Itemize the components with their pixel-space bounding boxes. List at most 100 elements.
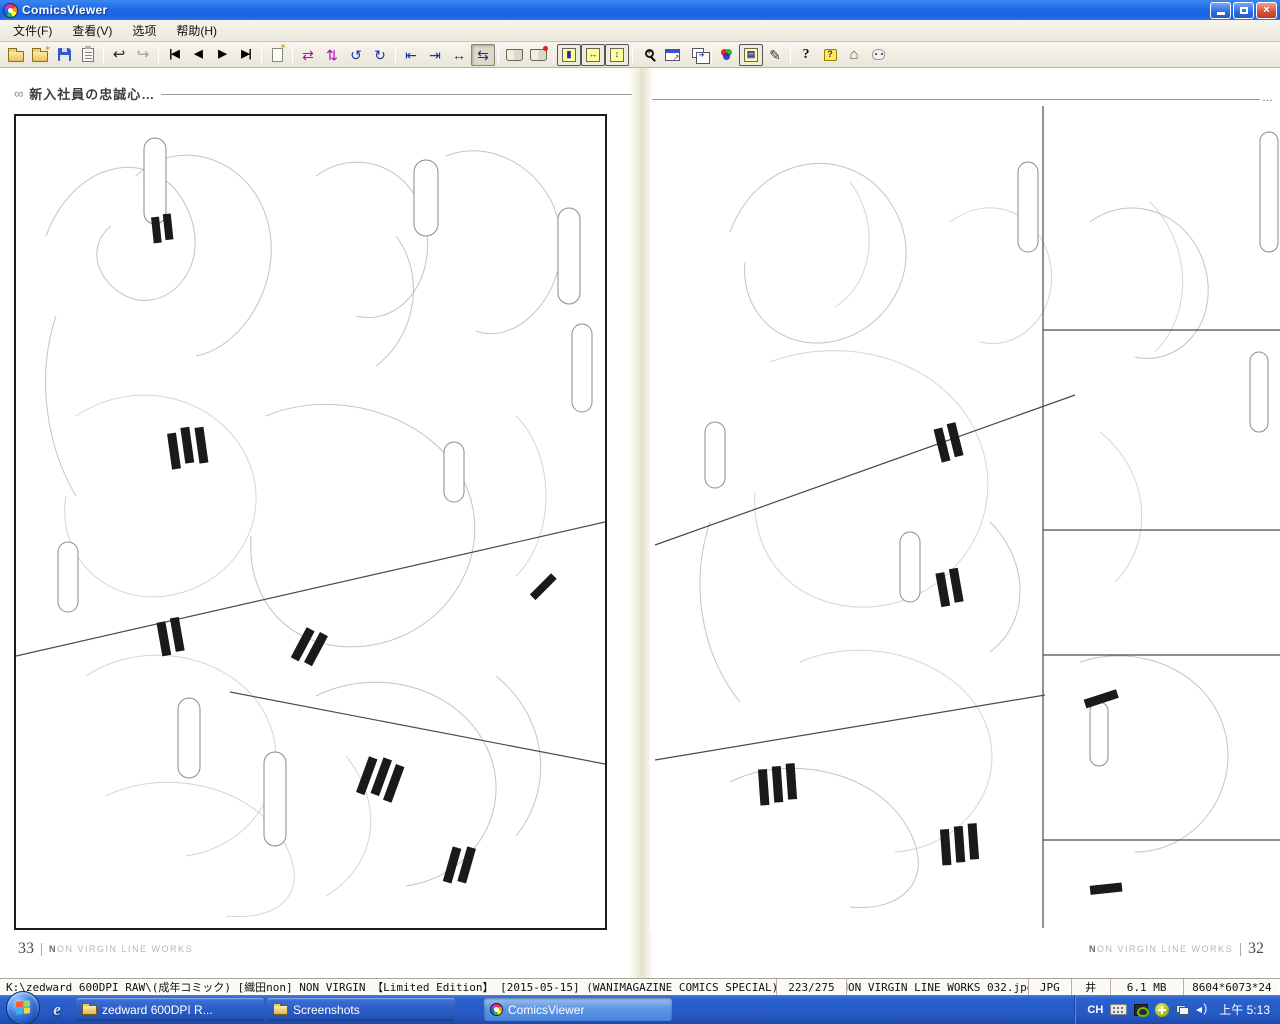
folder-icon bbox=[273, 1005, 288, 1015]
prev-page-button[interactable]: ◀ bbox=[186, 44, 210, 66]
minimize-button[interactable] bbox=[1210, 2, 1231, 19]
color-adjust-button[interactable] bbox=[715, 44, 739, 66]
internet-explorer-icon[interactable]: e bbox=[46, 999, 68, 1021]
left-page-artwork bbox=[14, 114, 607, 930]
close-button[interactable]: × bbox=[1256, 2, 1277, 19]
task-button-area: zedward 600DPI R... Screenshots ComicsView… bbox=[76, 998, 675, 1021]
resize-window-button[interactable] bbox=[660, 44, 684, 66]
last-page-button[interactable]: ▶| bbox=[234, 44, 258, 66]
left-page-sketch bbox=[16, 116, 605, 928]
language-indicator[interactable]: CH bbox=[1087, 1004, 1103, 1016]
right-page-footer: NON VIRGIN LINE WORKS 32 bbox=[1089, 940, 1264, 958]
fit-page-button[interactable]: ▮ bbox=[557, 44, 581, 66]
comics-viewer-window: ComicsViewer × 文件(F) 查看(V) 选项 帮助(H) ↩ ↪ |◀… bbox=[0, 0, 1280, 1024]
trim-right-icon: ⇥ bbox=[429, 48, 441, 62]
save-button[interactable] bbox=[52, 44, 76, 66]
colors-icon bbox=[721, 49, 728, 56]
cascade-icon bbox=[692, 48, 704, 58]
flip-vertical-button[interactable]: ⇅ bbox=[320, 44, 344, 66]
edit-settings-button[interactable]: ✎ bbox=[763, 44, 787, 66]
network-icon[interactable] bbox=[1176, 1005, 1189, 1015]
antivirus-icon[interactable] bbox=[1155, 1003, 1169, 1017]
extract-page-button[interactable] bbox=[265, 44, 289, 66]
footer-divider bbox=[1240, 943, 1241, 956]
help-button[interactable]: ? bbox=[794, 44, 818, 66]
book-icon bbox=[506, 49, 523, 61]
redo-icon: ↪ bbox=[137, 47, 150, 62]
floppy-icon bbox=[58, 48, 71, 61]
clock: 上午 5:13 bbox=[1219, 1001, 1270, 1018]
footer-divider bbox=[41, 943, 42, 956]
toolbar-separator bbox=[632, 46, 633, 64]
mascot-icon bbox=[872, 49, 885, 60]
save-as-button[interactable] bbox=[76, 44, 100, 66]
footer-label-rest: ON VIRGIN LINE WORKS bbox=[57, 944, 193, 954]
left-footer-label: NON VIRGIN LINE WORKS bbox=[49, 944, 193, 954]
book-red-icon bbox=[530, 49, 547, 61]
menu-options[interactable]: 选项 bbox=[123, 20, 165, 41]
taskbar-task-comicsviewer[interactable]: ComicsViewer bbox=[484, 998, 672, 1021]
start-button[interactable] bbox=[6, 991, 40, 1024]
two-page-mode-button[interactable]: ⇆ bbox=[471, 44, 495, 66]
status-archive-path: K:\zedward 600DPI RAW\(成年コミック) [織田non] N… bbox=[0, 979, 777, 995]
background-color-button[interactable]: ▤ bbox=[739, 44, 763, 66]
mascot-button[interactable] bbox=[866, 44, 890, 66]
next-page-button[interactable]: ▶ bbox=[210, 44, 234, 66]
footer-label-initial: N bbox=[1089, 944, 1097, 954]
page-list-button[interactable] bbox=[684, 44, 708, 66]
right-page-sketch bbox=[650, 102, 1280, 932]
taskbar: e zedward 600DPI R... Screenshots ComicsVi… bbox=[0, 995, 1280, 1024]
keyboard-icon[interactable] bbox=[1110, 1004, 1127, 1015]
menu-view[interactable]: 查看(V) bbox=[63, 20, 121, 41]
toolbar: ↩↪|◀◀▶▶|⇄⇅↺↻⇤⇥↔⇆▮↔↕▤✎??⌂ bbox=[0, 42, 1280, 68]
trim-left-icon: ⇤ bbox=[405, 48, 417, 62]
redo-button[interactable]: ↪ bbox=[131, 44, 155, 66]
bookmark-open-button[interactable] bbox=[502, 44, 526, 66]
fit-icon: ↔ bbox=[586, 48, 600, 62]
right-page-number: 32 bbox=[1248, 940, 1264, 958]
menu-file[interactable]: 文件(F) bbox=[4, 20, 61, 41]
comic-spread-view[interactable]: ∞ 新入社員の忠誠心… … bbox=[0, 68, 1280, 978]
task-label: Screenshots bbox=[293, 1003, 360, 1017]
fit-icon: ▤ bbox=[744, 48, 758, 62]
restore-button[interactable] bbox=[1233, 2, 1254, 19]
toolbar-separator bbox=[261, 46, 262, 64]
toolbar-separator bbox=[553, 46, 554, 64]
taskbar-task-zedward-600dpi-r-[interactable]: zedward 600DPI R... bbox=[76, 998, 264, 1021]
rotate-right-button[interactable]: ↻ bbox=[368, 44, 392, 66]
nav-icon: ◀ bbox=[194, 49, 201, 60]
tips-button[interactable]: ? bbox=[818, 44, 842, 66]
stretch-width-button[interactable]: ↔ bbox=[447, 44, 471, 66]
page-new-icon bbox=[272, 48, 283, 62]
fit-width-button[interactable]: ↔ bbox=[581, 44, 605, 66]
zoom-button[interactable] bbox=[636, 44, 660, 66]
undo-button[interactable]: ↩ bbox=[107, 44, 131, 66]
fit-height-button[interactable]: ↕ bbox=[605, 44, 629, 66]
trim-right-button[interactable]: ⇥ bbox=[423, 44, 447, 66]
title-bar: ComicsViewer × bbox=[0, 0, 1280, 20]
rotate-left-button[interactable]: ↺ bbox=[344, 44, 368, 66]
open-file-button[interactable] bbox=[4, 44, 28, 66]
app-icon bbox=[490, 1003, 503, 1016]
folder-icon bbox=[82, 1005, 97, 1015]
nvidia-icon[interactable] bbox=[1134, 1004, 1148, 1016]
taskbar-task-screenshots[interactable]: Screenshots bbox=[267, 998, 455, 1021]
flip-horizontal-button[interactable]: ⇄ bbox=[296, 44, 320, 66]
toolbar-separator bbox=[158, 46, 159, 64]
toolbar-separator bbox=[790, 46, 791, 64]
header-rule bbox=[652, 99, 1260, 100]
folder-open-icon bbox=[8, 51, 24, 62]
tray-icon-area bbox=[1110, 1003, 1210, 1017]
volume-icon[interactable] bbox=[1196, 1004, 1210, 1016]
trim-left-button[interactable]: ⇤ bbox=[399, 44, 423, 66]
left-page-header: ∞ 新入社員の忠誠心… bbox=[14, 84, 632, 103]
fit-icon: ▮ bbox=[562, 48, 576, 62]
bookmark-add-button[interactable] bbox=[526, 44, 550, 66]
nav-icon: ▶| bbox=[241, 49, 251, 60]
homepage-button[interactable]: ⌂ bbox=[842, 44, 866, 66]
app-logo-icon bbox=[3, 3, 18, 18]
first-page-button[interactable]: |◀ bbox=[162, 44, 186, 66]
menu-help[interactable]: 帮助(H) bbox=[167, 20, 226, 41]
status-format: JPG bbox=[1029, 979, 1072, 995]
open-archive-button[interactable] bbox=[28, 44, 52, 66]
